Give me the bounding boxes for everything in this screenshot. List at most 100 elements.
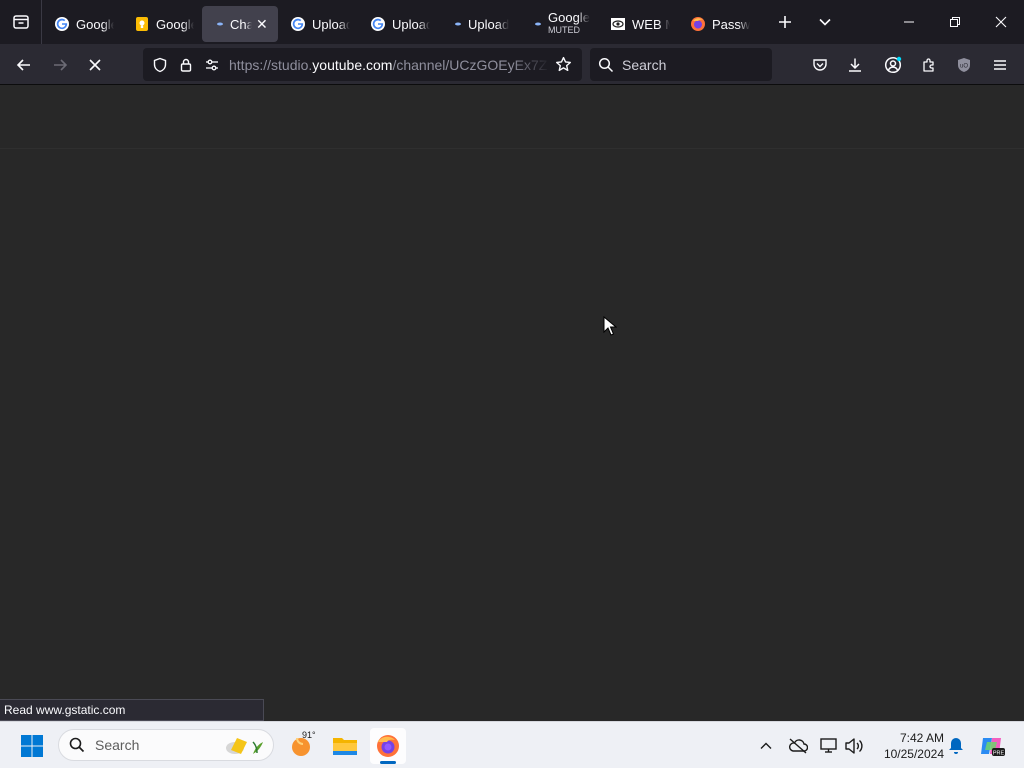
show-hidden-icons-button[interactable] (749, 728, 783, 764)
url-text[interactable]: https://studio.youtube.com/channel/UCzGO… (229, 57, 550, 73)
bookmark-star-icon[interactable] (550, 52, 576, 78)
url-bar[interactable]: https://studio.youtube.com/channel/UCzGO… (143, 48, 582, 81)
tab-upload-3[interactable]: Upload (438, 6, 518, 42)
windows-logo-icon (21, 735, 43, 757)
volume-tray-button[interactable] (837, 728, 871, 764)
tab-title: Upload (468, 16, 510, 32)
tab-title: Passwords (712, 16, 750, 32)
file-explorer-button[interactable] (327, 728, 363, 764)
taskbar: Search 91° 7:42 AM 10/25/2024 PRE (0, 721, 1024, 768)
ublock-origin-button[interactable]: uO (951, 52, 977, 78)
arrow-right-icon (54, 59, 68, 71)
speaker-icon (845, 738, 863, 754)
tab-passwords[interactable]: Passwords (678, 6, 758, 42)
tracking-protection-icon[interactable] (147, 52, 173, 78)
lock-icon[interactable] (173, 52, 199, 78)
page-header-placeholder (0, 85, 1024, 149)
tab-title: Channel content (230, 16, 252, 32)
back-button[interactable] (11, 52, 37, 78)
network-icon (820, 738, 837, 753)
firefox-taskbar-button[interactable] (370, 728, 406, 764)
chevron-down-icon (819, 18, 831, 26)
search-bar[interactable]: Search (590, 48, 772, 81)
clock-time: 7:42 AM (899, 731, 944, 745)
pocket-button[interactable] (807, 52, 833, 78)
clock-date: 10/25/2024 (883, 747, 944, 761)
dot-icon (454, 16, 462, 32)
cloud-offline-icon (789, 738, 808, 754)
onedrive-tray-button[interactable] (781, 728, 815, 764)
google-g-icon (290, 16, 306, 32)
tab-title: Google (548, 12, 590, 25)
account-button[interactable] (880, 52, 906, 78)
url-host: youtube.com (312, 56, 393, 73)
eye-icon (610, 16, 626, 32)
new-tab-button[interactable] (773, 10, 797, 34)
forward-button[interactable] (47, 52, 73, 78)
firefox-view-icon (12, 15, 29, 29)
tab-title: Google Keep (156, 16, 194, 32)
start-button[interactable] (14, 728, 50, 764)
mouse-cursor-icon (603, 316, 617, 336)
search-placeholder: Search (622, 56, 667, 73)
tab-google[interactable]: Google (42, 6, 122, 42)
notifications-button[interactable] (939, 728, 973, 764)
permissions-icon[interactable] (199, 52, 225, 78)
status-panel: Read www.gstatic.com (0, 699, 264, 721)
tab-title: WEB M (632, 16, 670, 32)
close-icon (995, 16, 1007, 28)
extensions-button[interactable] (916, 52, 942, 78)
system-clock[interactable]: 7:42 AM 10/25/2024 (876, 730, 944, 762)
restore-button[interactable] (932, 0, 978, 44)
taskbar-search[interactable]: Search (58, 729, 274, 761)
stop-icon (89, 59, 101, 71)
tab-strip: Google Google Keep Channel content ✕ Upl… (0, 0, 1024, 44)
tab-title: Upload (392, 16, 430, 32)
tab-channel-content[interactable]: Channel content ✕ (202, 6, 278, 42)
svg-text:PRE: PRE (993, 751, 1005, 757)
svg-text:uO: uO (960, 64, 968, 70)
taskbar-search-placeholder: Search (95, 737, 140, 753)
active-app-indicator (380, 761, 396, 764)
pocket-icon (813, 59, 827, 71)
chevron-up-icon (760, 742, 772, 749)
hamburger-menu-icon (994, 60, 1006, 70)
firefox-view-button[interactable] (0, 0, 42, 44)
page-content (0, 85, 1024, 721)
firefox-icon (690, 16, 706, 32)
puzzle-icon (923, 58, 934, 72)
search-icon (598, 57, 614, 72)
stop-loading-button[interactable] (82, 52, 108, 78)
tab-web-m[interactable]: WEB M (598, 6, 678, 42)
list-all-tabs-button[interactable] (813, 10, 837, 34)
tab-muted-label: MUTED (548, 25, 580, 35)
google-g-icon (54, 16, 70, 32)
app-menu-button[interactable] (987, 52, 1013, 78)
url-prefix: https://studio. (229, 56, 313, 73)
folder-icon (333, 738, 357, 755)
bell-icon (949, 738, 963, 754)
download-icon (849, 58, 861, 72)
tab-google-muted[interactable]: Google MUTED (518, 6, 598, 42)
minimize-button[interactable] (886, 0, 932, 44)
copilot-icon: PRE (981, 738, 1005, 757)
google-keep-icon (134, 16, 150, 32)
tab-title: Google (76, 16, 114, 32)
dot-icon (534, 16, 542, 32)
google-g-icon (370, 16, 386, 32)
navigation-toolbar: https://studio.youtube.com/channel/UCzGO… (0, 44, 1024, 85)
tab-upload-2[interactable]: Upload (358, 6, 438, 42)
status-text: Read www.gstatic.com (4, 703, 126, 717)
restore-icon (950, 17, 960, 27)
arrow-left-icon (16, 59, 30, 71)
url-path: /channel/UCzGOEyEx7Z (392, 56, 548, 73)
plus-icon (779, 16, 791, 28)
copilot-button[interactable]: PRE (974, 728, 1010, 764)
downloads-button[interactable] (842, 52, 868, 78)
tab-title: Upload (312, 16, 350, 32)
close-tab-icon[interactable]: ✕ (256, 16, 268, 33)
tab-google-keep[interactable]: Google Keep (122, 6, 202, 42)
close-window-button[interactable] (978, 0, 1024, 44)
search-icon (69, 737, 85, 753)
tab-upload-1[interactable]: Upload (278, 6, 358, 42)
